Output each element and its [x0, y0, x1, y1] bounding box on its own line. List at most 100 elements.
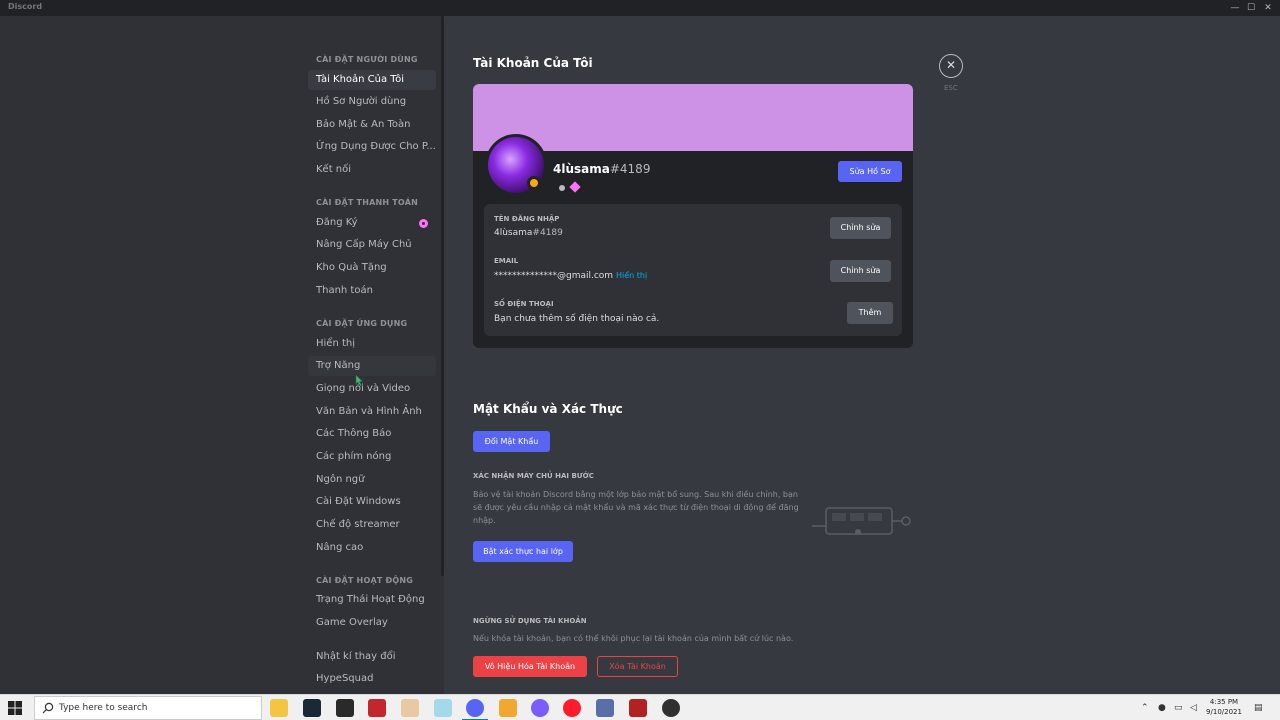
change-password-button[interactable]: Đổi Mật Khẩu: [473, 431, 550, 452]
sidebar-item-activity-status[interactable]: Trạng Thái Hoạt Động: [308, 590, 436, 610]
close-window-button[interactable]: ✕: [1260, 0, 1276, 16]
section-header-app-settings: CÀI ĐẶT ỨNG DỤNG: [316, 319, 408, 328]
chevron-up-icon[interactable]: ⌃: [1141, 703, 1149, 713]
taskbar-search-input[interactable]: Type here to search: [34, 696, 262, 720]
sidebar-item-text-images[interactable]: Văn Bản và Hình Ảnh: [308, 402, 436, 422]
mfa-description: Bảo vệ tài khoản Discord bằng một lớp bả…: [473, 488, 803, 527]
mfa-description-line: Bảo vệ tài khoản Discord bằng một lớp bả…: [473, 490, 798, 499]
close-icon: ✕: [945, 58, 957, 72]
email-value: **************@gmail.com Hiển thị: [494, 271, 647, 281]
microphone-icon[interactable]: ●: [1158, 703, 1166, 713]
sidebar-item-streamer-mode[interactable]: Chế độ streamer: [308, 515, 436, 535]
app-doc-icon[interactable]: [596, 699, 614, 717]
sidebar-item-advanced[interactable]: Nâng cao: [308, 538, 436, 558]
disable-account-header: NGỪNG SỬ DỤNG TÀI KHOẢN: [473, 617, 587, 625]
app-title: Discord: [8, 2, 43, 11]
sidebar-scrollbar[interactable]: [441, 16, 444, 576]
sidebar-item-hypesquad[interactable]: HypeSquad: [308, 669, 436, 689]
username-text: 4lùsama: [553, 162, 610, 176]
avatar[interactable]: [485, 134, 547, 196]
sidebar-item-subscriptions[interactable]: Đăng Ký: [308, 213, 436, 233]
app-folder-icon[interactable]: [499, 699, 517, 717]
sidebar-item-privacy-safety[interactable]: Bảo Mật & An Toàn: [308, 115, 436, 135]
esc-label: ESC: [944, 84, 958, 92]
epic-games-icon[interactable]: [336, 699, 354, 717]
page-title: Tài Khoản Của Tôi: [473, 56, 593, 70]
sidebar-item-gift-inventory[interactable]: Kho Quà Tặng: [308, 258, 436, 278]
search-icon: [42, 702, 54, 714]
edit-username-button[interactable]: Chỉnh sửa: [830, 217, 891, 239]
volume-icon[interactable]: ◁: [1190, 703, 1197, 713]
sidebar-item-language[interactable]: Ngôn ngữ: [308, 470, 436, 490]
delete-account-button[interactable]: Xóa Tài Khoản: [597, 656, 678, 677]
sidebar-item-changelog[interactable]: Nhật kí thay đổi: [308, 647, 436, 667]
sidebar-item-game-overlay[interactable]: Game Overlay: [308, 613, 436, 633]
steam-icon[interactable]: [303, 699, 321, 717]
obs-icon[interactable]: [662, 699, 680, 717]
phone-label: SỐ ĐIỆN THOẠI: [494, 300, 554, 308]
discord-icon[interactable]: [462, 699, 488, 720]
mfa-description-line: nhập.: [473, 516, 496, 525]
sidebar-item-appearance[interactable]: Hiển thị: [308, 334, 436, 354]
phone-value: Bạn chưa thêm số điện thoại nào cả.: [494, 314, 660, 324]
window-titlebar: Discord — ☐ ✕: [0, 0, 1280, 16]
opera-icon[interactable]: [563, 699, 581, 717]
windows-taskbar: Type here to search ⌃ ● ▭ ◁ 4:35 PM 9/10…: [0, 694, 1280, 720]
profile-banner: [473, 84, 913, 151]
sidebar-item-notifications[interactable]: Các Thông Báo: [308, 424, 436, 444]
discriminator-text: #4189: [609, 162, 651, 176]
sidebar-item-connections[interactable]: Kết nối: [308, 160, 436, 180]
nitro-icon: [419, 219, 428, 228]
app-pinwheel-icon[interactable]: [434, 699, 452, 717]
network-icon[interactable]: ▭: [1174, 703, 1183, 713]
clock-time[interactable]: 4:35 PM: [1200, 698, 1248, 706]
idle-status-icon: [527, 176, 541, 190]
add-phone-button[interactable]: Thêm: [847, 302, 893, 324]
username-value-text: 4lùsama: [494, 228, 533, 238]
minimize-button[interactable]: —: [1227, 0, 1243, 16]
section-header-activity-settings: CÀI ĐẶT HOẠT ĐỘNG: [316, 576, 414, 585]
app-red-icon[interactable]: [368, 699, 386, 717]
clock-date[interactable]: 9/10/2021: [1200, 708, 1248, 716]
messenger-icon[interactable]: [531, 699, 549, 717]
app-cartoon-icon[interactable]: [401, 699, 419, 717]
email-label: EMAIL: [494, 257, 519, 265]
file-explorer-icon[interactable]: [270, 699, 288, 717]
section-header-billing-settings: CÀI ĐẶT THANH TOÁN: [316, 198, 419, 207]
sidebar-item-voice-video[interactable]: Giọng nói và Video: [308, 379, 436, 399]
maximize-button[interactable]: ☐: [1243, 0, 1259, 16]
profile-card: 4lùsama#4189 Sửa Hồ Sơ TÊN ĐĂNG NHẬP 4lù…: [473, 84, 913, 348]
mfa-description-line: sẽ được yêu cầu nhập cả mật khẩu và mã x…: [473, 503, 799, 512]
enable-2fa-button[interactable]: Bật xác thực hai lớp: [473, 541, 573, 562]
profile-username: 4lùsama#4189: [553, 162, 650, 176]
app-video-icon[interactable]: [629, 699, 647, 717]
username-value: 4lùsama#4189: [494, 228, 563, 238]
sidebar-item-accessibility[interactable]: Trợ Năng: [308, 356, 436, 376]
username-label: TÊN ĐĂNG NHẬP: [494, 215, 560, 223]
reveal-email-link[interactable]: Hiển thị: [616, 271, 647, 280]
sidebar-item-server-boost[interactable]: Nâng Cấp Máy Chủ: [308, 235, 436, 255]
edit-profile-button[interactable]: Sửa Hồ Sơ: [838, 161, 902, 182]
password-section-title: Mật Khẩu và Xác Thực: [473, 402, 623, 416]
sidebar-item-label: Đăng Ký: [316, 217, 358, 228]
sidebar-item-keybinds[interactable]: Các phím nóng: [308, 447, 436, 467]
sidebar-item-authorized-apps[interactable]: Ứng Dụng Được Cho P...: [308, 137, 436, 157]
windows-start-icon[interactable]: [8, 701, 22, 715]
section-header-user-settings: CÀI ĐẶT NGƯỜI DÙNG: [316, 55, 418, 64]
nitro-badge-icon[interactable]: [569, 181, 581, 193]
mfa-header: XÁC NHẬN MÁY CHỦ HAI BƯỚC: [473, 472, 594, 480]
sidebar-item-windows-settings[interactable]: Cài Đặt Windows: [308, 492, 436, 512]
close-settings-button[interactable]: ✕: [939, 54, 963, 78]
account-info-box: TÊN ĐĂNG NHẬP 4lùsama#4189 Chỉnh sửa EMA…: [484, 204, 902, 336]
search-placeholder: Type here to search: [59, 703, 148, 713]
sidebar-item-user-profile[interactable]: Hồ Sơ Người dùng: [308, 92, 436, 112]
sidebar-item-billing[interactable]: Thanh toán: [308, 281, 436, 301]
sidebar-item-my-account[interactable]: Tài Khoản Của Tôi: [308, 70, 436, 90]
email-value-text: **************@gmail.com: [494, 271, 614, 281]
badge-icon[interactable]: [559, 185, 565, 191]
edit-email-button[interactable]: Chỉnh sửa: [830, 260, 891, 282]
disable-account-button[interactable]: Vô Hiệu Hóa Tài Khoản: [473, 656, 587, 677]
username-value-suffix: #4189: [532, 228, 563, 238]
disable-account-description: Nếu khóa tài khoản, bạn có thể khôi phục…: [473, 634, 794, 643]
notification-center-icon[interactable]: ▤: [1254, 703, 1263, 713]
